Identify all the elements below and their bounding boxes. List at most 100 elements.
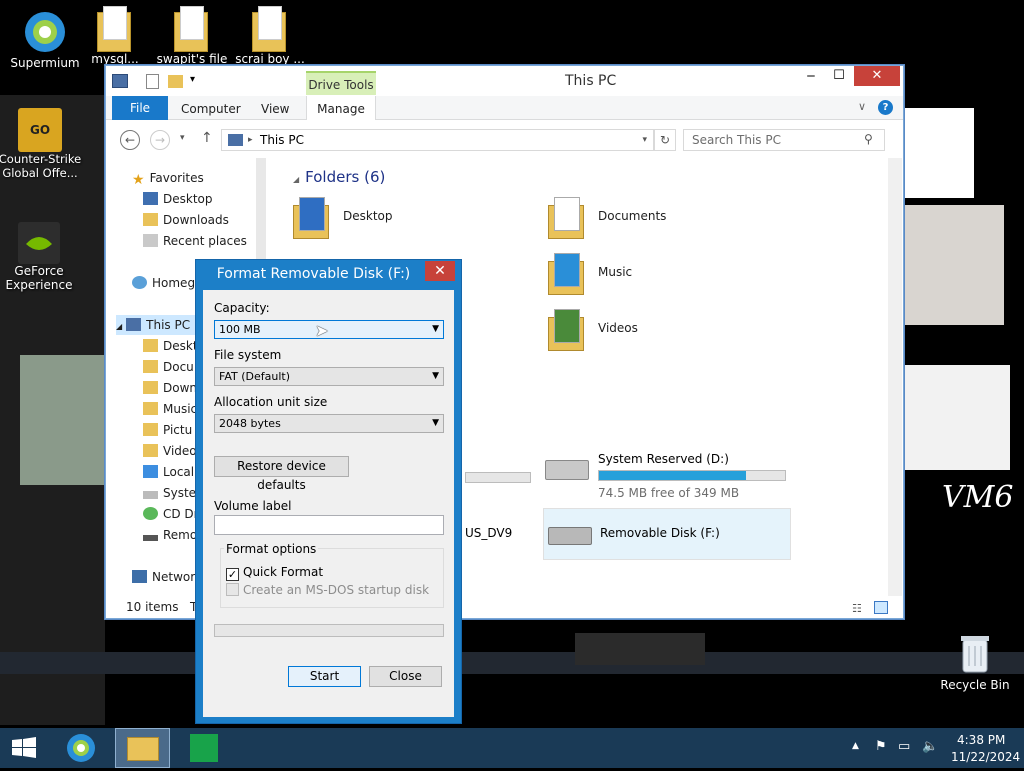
quick-access-dropdown-icon[interactable]: ▾ (190, 74, 195, 85)
maximize-icon[interactable]: ☐ (826, 68, 852, 88)
nav-downloads[interactable]: Downloads (143, 210, 229, 230)
taskbar-store[interactable] (180, 728, 228, 768)
nav-recent-places[interactable]: Recent places (143, 231, 247, 251)
close-button[interactable]: Close (369, 666, 442, 687)
minimize-icon[interactable]: ‒ (798, 68, 824, 88)
clock-date[interactable]: 11/22/2024 (951, 750, 1020, 764)
search-icon[interactable]: ⚲ (864, 132, 873, 146)
address-dropdown-icon[interactable]: ▾ (642, 130, 647, 150)
drive-removable[interactable]: Removable Disk (F:) (543, 508, 791, 560)
format-options-legend: Format options (224, 542, 319, 556)
show-hidden-icons-icon[interactable]: ▲ (852, 741, 859, 751)
folder-music[interactable]: Music (548, 249, 778, 299)
msdos-startup-checkbox[interactable]: Create an MS-DOS startup disk (226, 583, 429, 597)
nav-network[interactable]: Network (132, 567, 202, 587)
restore-defaults-button[interactable]: Restore device defaults (214, 456, 349, 492)
taskbar-supermium[interactable] (57, 728, 105, 768)
nav-homegroup[interactable]: Homegr (132, 273, 200, 293)
address-text: This PC (260, 133, 304, 147)
nav-sub-local-disk[interactable]: Local (143, 462, 194, 482)
handwritten-annotation: VM6 (942, 480, 1014, 515)
format-dialog: Format Removable Disk (F:) ✕ Capacity: 1… (195, 259, 462, 724)
action-center-flag-icon[interactable]: ⚑ (875, 739, 887, 754)
search-input[interactable]: Search This PC (683, 129, 885, 151)
nav-sub-downloads[interactable]: Down (143, 378, 197, 398)
music-folder-icon (548, 253, 586, 295)
nav-sub-system-reserved[interactable]: Syster (143, 483, 201, 503)
taskbar-file-explorer[interactable] (115, 728, 170, 768)
folder-icon (174, 6, 210, 52)
dialog-body: Capacity: 100 MB ▼ ➤ File system FAT (Def… (203, 290, 454, 717)
quick-format-checkbox[interactable]: ✓ Quick Format (226, 565, 323, 581)
drive-name: Removable Disk (F:) (600, 526, 720, 540)
large-icons-view-icon[interactable] (874, 601, 888, 614)
folder-icon (143, 444, 158, 457)
content-scrollbar[interactable] (888, 158, 902, 596)
nav-desktop[interactable]: Desktop (143, 189, 213, 209)
close-icon[interactable]: ✕ (854, 66, 900, 86)
tab-file[interactable]: File (112, 96, 168, 120)
nav-sub-cd-drive[interactable]: CD Dr (143, 504, 199, 524)
explorer-titlebar[interactable]: ▾ Drive Tools This PC ‒ ☐ ✕ (106, 66, 903, 96)
background-image-right (904, 205, 1004, 325)
drive-usage-fill (599, 471, 746, 480)
clock-time[interactable]: 4:38 PM (957, 733, 1005, 747)
nav-sub-removable[interactable]: Remo (143, 525, 197, 545)
capacity-select[interactable]: 100 MB ▼ (214, 320, 444, 339)
windows-logo-icon (12, 737, 36, 758)
collapse-arrow-icon[interactable]: ◢ (116, 322, 122, 331)
start-button[interactable]: Start (288, 666, 361, 687)
collapse-icon: ◢ (293, 175, 300, 184)
nav-sub-pictures[interactable]: Pictu (143, 420, 192, 440)
drive-partial-bar (465, 472, 531, 483)
format-options-group: Format options ✓ Quick Format Create an M… (220, 542, 444, 608)
csgo-icon: GO (18, 108, 62, 152)
recent-locations-icon[interactable]: ▾ (180, 133, 185, 143)
cd-drive-icon (143, 507, 158, 520)
quick-access-newfolder-icon[interactable] (168, 75, 183, 88)
drive-system-reserved[interactable]: System Reserved (D:) 74.5 MB free of 349… (543, 446, 793, 500)
folder-videos[interactable]: Videos (548, 305, 778, 355)
dialog-close-icon[interactable]: ✕ (425, 261, 455, 281)
desktop-icon-csgo[interactable]: GO Counter-Strike Global Offe... (0, 108, 85, 180)
nav-sub-videos[interactable]: Video (143, 441, 197, 461)
dialog-titlebar[interactable]: Format Removable Disk (F:) ✕ (196, 260, 461, 288)
desktop-icon-folder-2[interactable]: swapit's file (147, 6, 237, 66)
drive-tools-contextual-tab[interactable]: Drive Tools (306, 71, 376, 95)
folder-icon (252, 6, 288, 52)
details-view-icon[interactable]: ☷ (852, 602, 862, 615)
file-system-select[interactable]: FAT (Default) ▼ (214, 367, 444, 386)
desktop-icon-folder-3[interactable]: scrai boy ... (225, 6, 315, 66)
ribbon-expand-icon[interactable]: ∨ (858, 100, 866, 113)
tab-view[interactable]: View (261, 96, 289, 120)
refresh-icon[interactable]: ↻ (654, 129, 676, 151)
explorer-app-icon (112, 74, 128, 88)
nav-favorites[interactable]: ★ Favorites (132, 168, 204, 188)
tab-computer[interactable]: Computer (181, 96, 241, 120)
back-icon[interactable]: ← (120, 130, 140, 150)
nvidia-icon (18, 222, 60, 264)
desktop-icon-recycle-bin[interactable]: Recycle Bin (930, 630, 1020, 692)
quick-access-properties-icon[interactable] (146, 74, 159, 89)
volume-label-input[interactable] (214, 515, 444, 535)
drive-cd-partial-label: US_DV9 (465, 526, 513, 540)
folder-documents[interactable]: Documents (548, 193, 778, 243)
forward-icon[interactable]: → (150, 130, 170, 150)
folder-desktop[interactable]: Desktop (293, 193, 523, 243)
address-field[interactable]: ▸ This PC ▾ (221, 129, 654, 151)
network-status-icon[interactable]: ▭ (898, 739, 910, 754)
tab-manage[interactable]: Manage (306, 96, 376, 120)
allocation-select[interactable]: 2048 bytes ▼ (214, 414, 444, 433)
breadcrumb-chevron-icon[interactable]: ▸ (248, 130, 253, 150)
nav-sub-music[interactable]: Music (143, 399, 197, 419)
start-button-taskbar[interactable] (0, 728, 48, 768)
desktop-icon-geforce[interactable]: GeForce Experience (0, 222, 84, 292)
nav-sub-documents[interactable]: Docu (143, 357, 194, 377)
help-icon[interactable]: ? (878, 100, 893, 115)
up-icon[interactable]: ↑ (201, 130, 213, 146)
volume-muted-icon[interactable]: 🔈 (922, 739, 938, 754)
folders-group-header[interactable]: ◢ Folders (6) (293, 168, 385, 186)
desktop-icon-label: GeForce Experience (5, 264, 73, 292)
desktop-icon-label: Counter-Strike Global Offe... (0, 152, 82, 180)
desktop-folder-icon (293, 197, 331, 239)
